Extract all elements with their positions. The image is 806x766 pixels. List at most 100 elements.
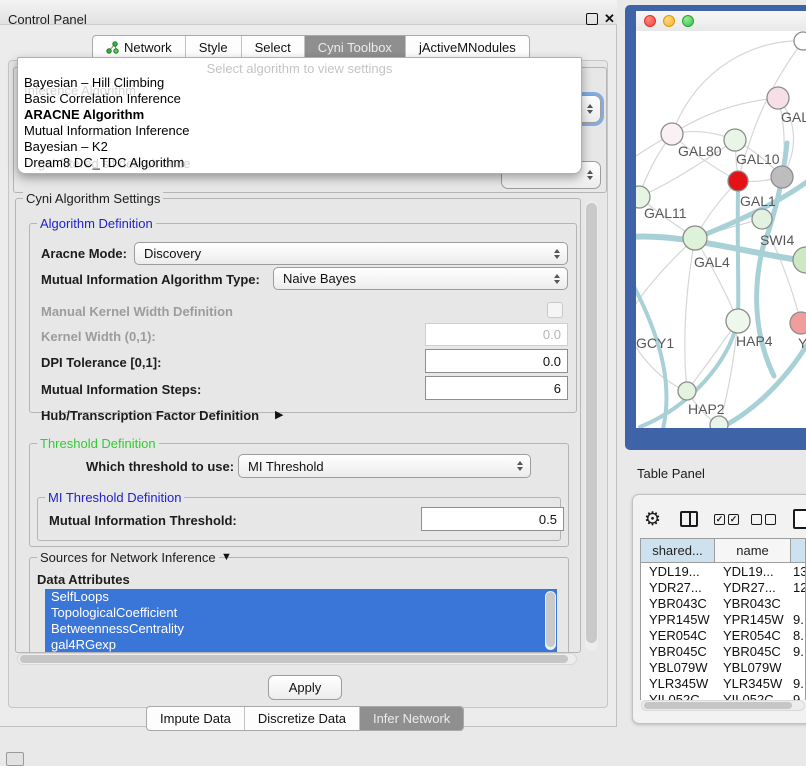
tab-label: Network (124, 40, 172, 55)
tab-discretize-data[interactable]: Discretize Data (245, 707, 360, 730)
dropdown-item-selected[interactable]: ARACNE Algorithm (18, 107, 581, 123)
node (794, 32, 806, 50)
float-window-icon[interactable] (586, 13, 598, 25)
dropdown-item[interactable]: Bayesian – K2 (18, 139, 581, 155)
which-threshold-label: Which threshold to use: (86, 459, 234, 474)
stepper-arrows-icon (517, 461, 523, 471)
expander-collapsed-icon[interactable]: ▶ (275, 408, 283, 421)
tab-label: jActiveMNodules (419, 40, 516, 55)
dropdown-prompt: Select algorithm to view settings (18, 61, 581, 76)
table-row[interactable]: YDL19...YDL19...13 (641, 564, 805, 580)
dropdown-item[interactable]: Basic Correlation Inference (18, 91, 581, 107)
stepper-arrows-icon (554, 249, 560, 259)
node-gal10 (724, 129, 746, 151)
bottom-tabbar: Impute Data Discretize Data Infer Networ… (146, 706, 464, 731)
mi-threshold-input[interactable]: 0.5 (421, 507, 564, 531)
column-header-name[interactable]: name (715, 539, 791, 563)
combobox-value: Naive Bayes (283, 271, 356, 286)
group-title: Cyni Algorithm Settings (23, 191, 163, 206)
mac-close-button[interactable] (644, 15, 656, 27)
network-canvas[interactable]: GAL GAL80 GAL10 GAL1 GAL11 SWI4 GAL4 GCY… (636, 31, 806, 428)
tab-label: Cyni Toolbox (318, 40, 392, 55)
tab-select[interactable]: Select (242, 36, 305, 59)
node (771, 166, 793, 188)
group-title: MI Threshold Definition (45, 490, 184, 505)
table-row[interactable]: YER054CYER054C8. (641, 628, 805, 644)
sources-expander-label[interactable]: Sources for Network Inference (37, 550, 219, 565)
dpi-tolerance-input[interactable]: 0.0 (425, 349, 568, 373)
algorithm-dropdown-popup: Select algorithm to view settings Infere… (17, 57, 582, 174)
list-vertical-scrollbar[interactable] (545, 591, 556, 650)
list-item[interactable]: TopologicalCoefficient (45, 605, 557, 621)
stepper-arrows-icon (554, 274, 560, 284)
data-attributes-label: Data Attributes (37, 572, 130, 587)
tab-cyni-toolbox[interactable]: Cyni Toolbox (305, 36, 406, 59)
manual-kernel-width-checkbox[interactable] (547, 302, 563, 318)
tab-label: Select (255, 40, 291, 55)
table-row[interactable]: YIL052CYIL052C9 (641, 692, 805, 700)
mi-type-label: Mutual Information Algorithm Type: (41, 272, 260, 287)
aracne-mode-label: Aracne Mode: (41, 246, 127, 261)
node-gal4 (683, 226, 707, 250)
deselect-all-columns-icon[interactable] (751, 514, 776, 525)
settings-horizontal-scrollbar[interactable] (17, 653, 577, 665)
apply-button[interactable]: Apply (268, 675, 342, 700)
svg-text:GAL: GAL (781, 109, 806, 125)
split-columns-icon[interactable] (680, 511, 698, 527)
svg-text:GAL10: GAL10 (736, 151, 780, 167)
node-hap2 (678, 382, 696, 400)
mi-steps-input[interactable]: 6 (425, 376, 568, 400)
table-panel-title: Table Panel (637, 466, 705, 481)
table-row[interactable]: YLR345WYLR345W9. (641, 676, 805, 692)
svg-text:GAL4: GAL4 (694, 254, 730, 270)
svg-text:GCY1: GCY1 (636, 335, 674, 351)
tab-impute-data[interactable]: Impute Data (147, 707, 245, 730)
tab-jactivemnodules[interactable]: jActiveMNodules (406, 36, 529, 59)
close-icon[interactable]: ✕ (604, 12, 615, 25)
hub-definition-expander-label[interactable]: Hub/Transcription Factor Definition (41, 408, 259, 423)
select-all-columns-icon[interactable]: ✓✓ (714, 514, 739, 525)
svg-text:HAP2: HAP2 (688, 401, 725, 417)
group-title: Algorithm Definition (37, 216, 156, 231)
which-threshold-combobox[interactable]: MI Threshold (238, 454, 531, 478)
tab-style[interactable]: Style (186, 36, 242, 59)
list-item[interactable]: BetweennessCentrality (45, 621, 557, 637)
mac-zoom-button[interactable] (682, 15, 694, 27)
node-swi4 (752, 209, 772, 229)
table-horizontal-scrollbar[interactable] (641, 700, 805, 711)
node (790, 312, 806, 334)
tab-label: Infer Network (373, 711, 450, 726)
kernel-width-input[interactable]: 0.0 (425, 323, 568, 346)
table-row[interactable]: YBR043CYBR043C (641, 596, 805, 612)
new-table-page-icon[interactable] (793, 509, 806, 529)
dropdown-item[interactable]: Dream8 DC_TDC Algorithm (18, 155, 581, 171)
node-gal80 (661, 123, 683, 145)
expander-expanded-icon[interactable]: ▼ (221, 551, 232, 563)
mac-minimize-button[interactable] (663, 15, 675, 27)
table-row[interactable]: YDR27...YDR27...12 (641, 580, 805, 596)
table-settings-gear-icon[interactable]: ⚙ (644, 508, 661, 531)
dropdown-item[interactable]: Mutual Information Inference (18, 123, 581, 139)
list-item[interactable]: SelfLoops (45, 589, 557, 605)
svg-text:GAL1: GAL1 (740, 193, 776, 209)
node (710, 416, 728, 428)
data-attributes-list[interactable]: SelfLoops TopologicalCoefficient Between… (45, 589, 557, 652)
panel-title: Control Panel (8, 12, 87, 27)
node-table[interactable]: shared... name YDL19...YDL19...13 YDR27.… (640, 538, 806, 700)
settings-vertical-scrollbar[interactable] (585, 201, 598, 651)
svg-text:HAP4: HAP4 (736, 333, 773, 349)
table-row[interactable]: YBL079WYBL079W (641, 660, 805, 676)
kernel-width-label: Kernel Width (0,1): (41, 329, 156, 344)
tab-infer-network[interactable]: Infer Network (360, 707, 463, 730)
mi-algorithm-type-combobox[interactable]: Naive Bayes (273, 267, 568, 290)
network-window-titlebar[interactable] (636, 11, 806, 32)
table-row[interactable]: YPR145WYPR145W9. (641, 612, 805, 628)
table-row[interactable]: YBR045CYBR045C9. (641, 644, 805, 660)
aracne-mode-combobox[interactable]: Discovery (134, 242, 568, 265)
tab-network[interactable]: Network (93, 36, 186, 59)
docked-panel-icon[interactable] (6, 752, 24, 766)
column-header-shared-name[interactable]: shared... (641, 539, 715, 563)
list-item[interactable]: gal4RGexp (45, 637, 557, 652)
dropdown-item[interactable]: Bayesian – Hill Climbing (18, 75, 581, 91)
column-header-cut[interactable] (791, 539, 806, 563)
